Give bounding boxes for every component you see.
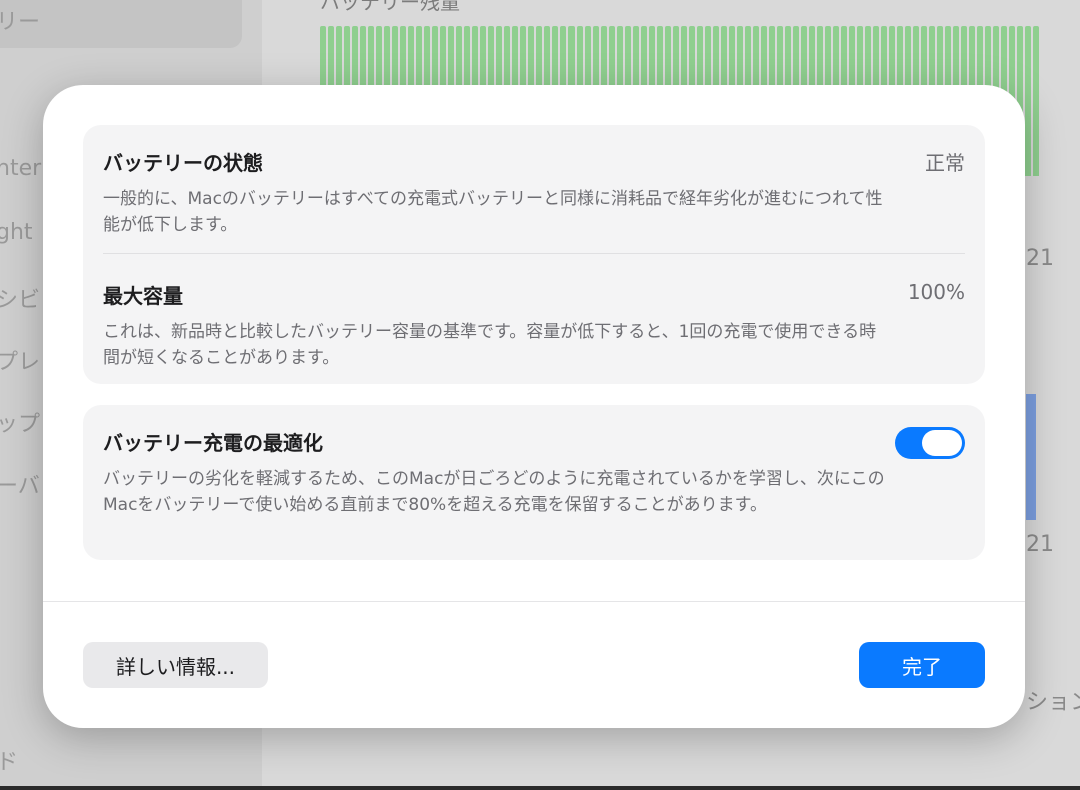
battery-info-group: バッテリーの状態 正常 一般的に、Macのバッテリーはすべての充電式バッテリーと… xyxy=(83,125,985,384)
background-right-label: 21 xyxy=(1026,246,1054,271)
background-sidebar-label: プレ xyxy=(0,350,41,375)
max-capacity-title: 最大容量 xyxy=(103,284,183,308)
background-right-label: 21 xyxy=(1026,532,1054,557)
row-divider xyxy=(103,253,965,254)
background-sidebar-label: ght xyxy=(0,220,33,245)
more-info-button[interactable]: 詳しい情報... xyxy=(83,642,268,688)
battery-health-description: 一般的に、Macのバッテリーはすべての充電式バッテリーと同様に消耗品で経年劣化が… xyxy=(103,189,883,235)
optimized-charging-group: バッテリー充電の最適化 バッテリーの劣化を軽減するため、このMacが日ごろどのよ… xyxy=(83,405,985,560)
footer-separator xyxy=(43,601,1025,602)
background-sidebar-label: ップ xyxy=(0,412,41,437)
done-button[interactable]: 完了 xyxy=(859,642,985,688)
background-sidebar-label: ド xyxy=(0,750,19,775)
max-capacity-value: 100% xyxy=(907,280,965,304)
max-capacity-row: 最大容量 100% これは、新品時と比較したバッテリー容量の基準です。容量が低下… xyxy=(103,280,965,371)
optimized-charging-title: バッテリー充電の最適化 xyxy=(103,431,323,455)
max-capacity-description: これは、新品時と比較したバッテリー容量の基準です。容量が低下すると、1回の充電で… xyxy=(103,322,877,368)
background-sidebar-label: リー xyxy=(0,10,41,35)
background-chart-bar xyxy=(1025,26,1032,176)
background-chart-title: バッテリー残量 xyxy=(320,0,460,14)
background-usage-bar xyxy=(1026,394,1036,520)
background-sidebar-label: シビ xyxy=(0,288,41,313)
battery-health-value: 正常 xyxy=(925,151,965,175)
background-bottom-edge xyxy=(0,786,1080,790)
battery-health-dialog: バッテリーの状態 正常 一般的に、Macのバッテリーはすべての充電式バッテリーと… xyxy=(43,85,1025,728)
battery-health-row: バッテリーの状態 正常 一般的に、Macのバッテリーはすべての充電式バッテリーと… xyxy=(103,147,965,238)
background-chart-bar xyxy=(1033,26,1040,176)
background-sidebar-label: ーバ xyxy=(0,474,40,499)
optimized-charging-toggle[interactable] xyxy=(895,427,965,459)
optimized-charging-row: バッテリー充電の最適化 バッテリーの劣化を軽減するため、このMacが日ごろどのよ… xyxy=(103,427,965,518)
background-right-label: ション xyxy=(1026,690,1080,715)
optimized-charging-description: バッテリーの劣化を軽減するため、このMacが日ごろどのように充電されているかを学… xyxy=(103,469,885,515)
toggle-knob xyxy=(922,430,962,456)
background-sidebar-label: nter xyxy=(0,156,42,181)
battery-health-title: バッテリーの状態 xyxy=(103,151,263,175)
